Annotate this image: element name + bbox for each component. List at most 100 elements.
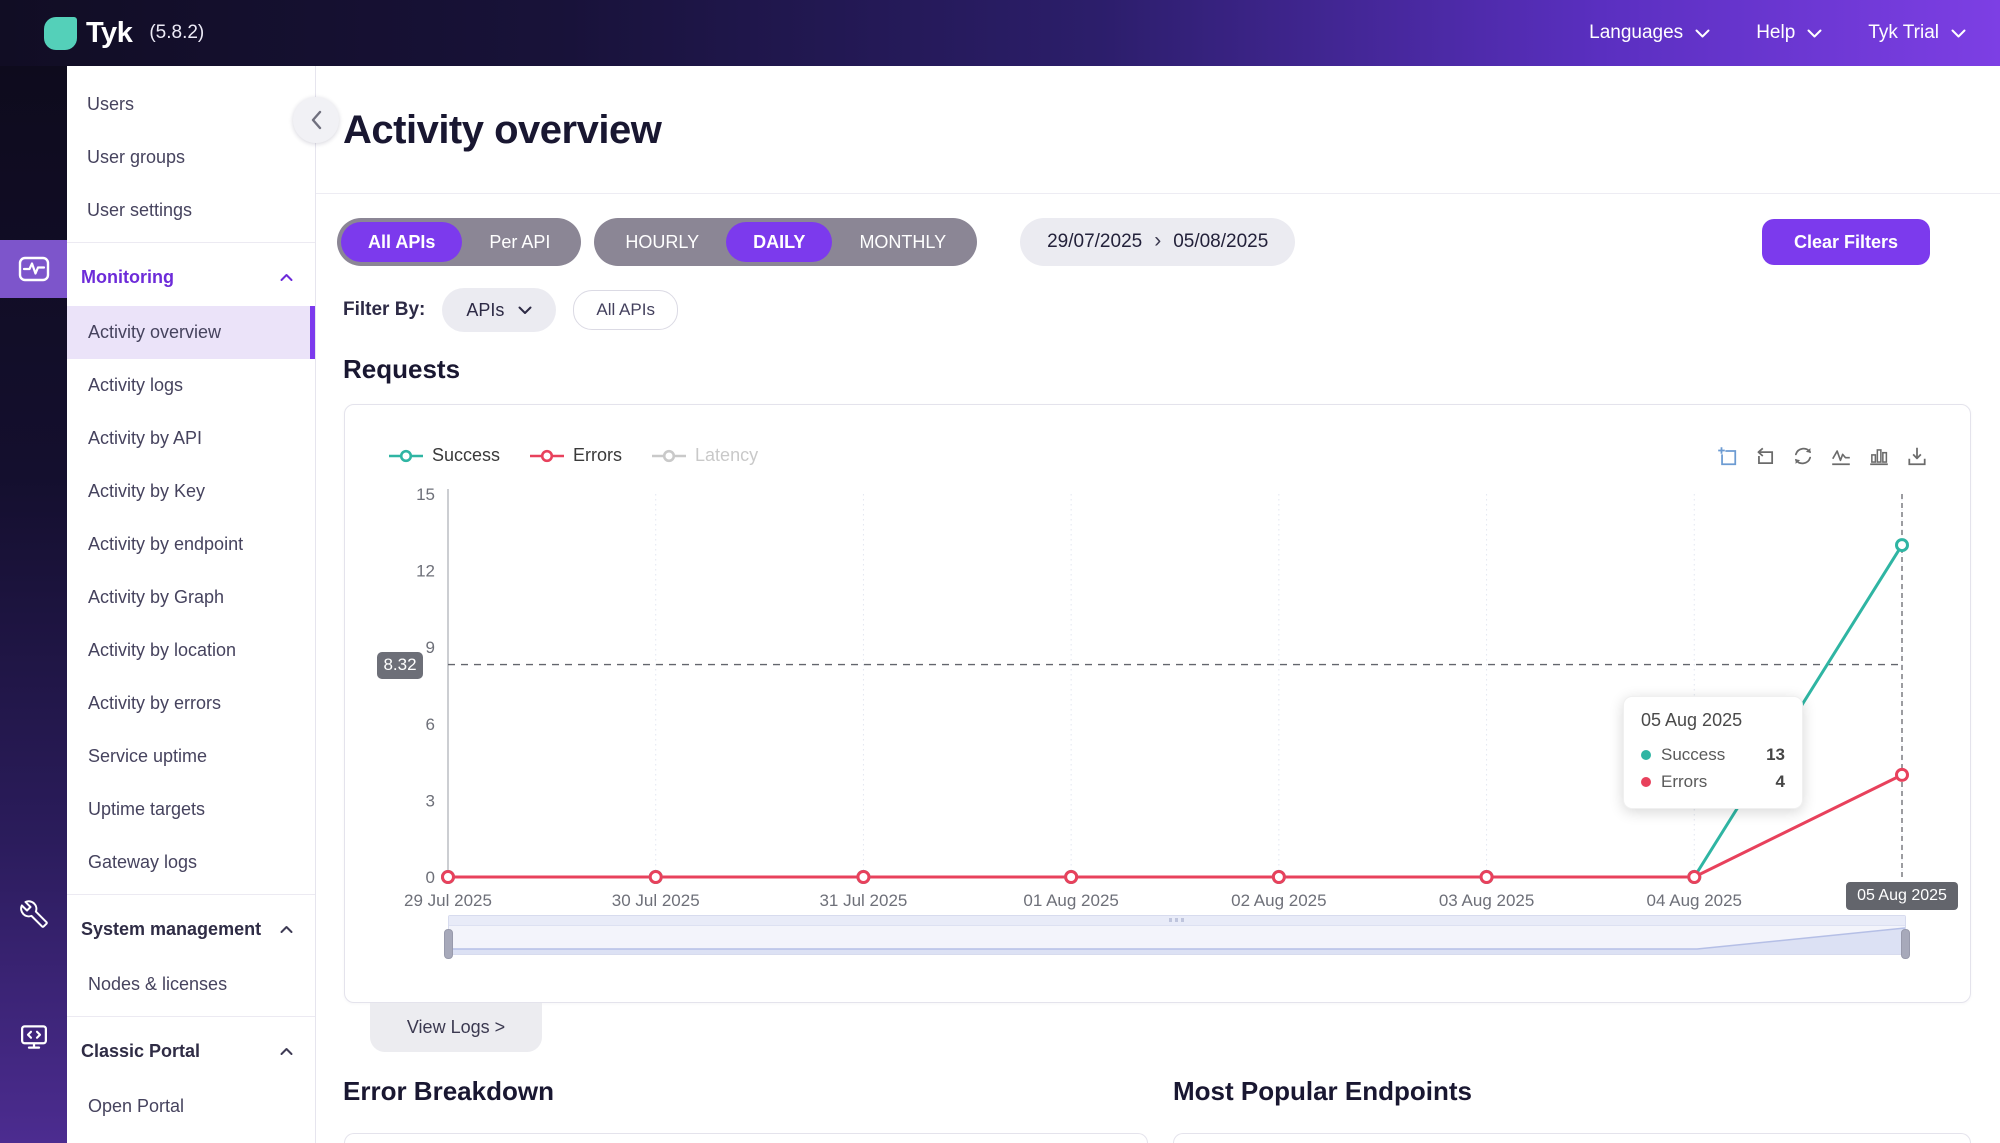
tooltip-series-dot <box>1641 777 1651 787</box>
sidebar-item-system-management[interactable]: System management <box>67 900 315 958</box>
sidebar-item-monitoring[interactable]: Monitoring <box>67 248 315 306</box>
view-logs-button[interactable]: View Logs > <box>370 1003 542 1052</box>
rail-monitoring-button[interactable] <box>0 240 67 298</box>
sidebar-item-label: User groups <box>87 147 185 168</box>
filter-type-dropdown[interactable]: APIs <box>442 288 556 332</box>
svg-text:30 Jul 2025: 30 Jul 2025 <box>612 891 700 910</box>
sidebar-item-activity-logs[interactable]: Activity logs <box>67 359 315 412</box>
filter-selected-value[interactable]: All APIs <box>573 290 678 330</box>
sidebar-divider <box>67 894 315 895</box>
sidebar-item-activity-by-errors[interactable]: Activity by errors <box>67 677 315 730</box>
sidebar-collapse-button[interactable] <box>293 97 339 143</box>
sidebar-item-label: Nodes & licenses <box>88 974 227 995</box>
toggle-option-hourly[interactable]: HOURLY <box>598 222 726 262</box>
sidebar-item-label: Activity by errors <box>88 693 221 714</box>
chevron-up-icon <box>280 925 293 934</box>
sidebar-item-activity-overview[interactable]: Activity overview <box>67 306 315 359</box>
sidebar-divider <box>67 1016 315 1017</box>
sidebar-item-classic-portal[interactable]: Classic Portal <box>67 1022 315 1080</box>
toggle-option-monthly[interactable]: MONTHLY <box>832 222 973 262</box>
datazoom-track <box>449 926 1905 954</box>
sidebar-item-open-portal[interactable]: Open Portal <box>67 1080 315 1133</box>
chevron-down-icon <box>1807 29 1822 38</box>
account-menu[interactable]: Tyk Trial <box>1868 22 1966 44</box>
sidebar-item-nodes-licenses[interactable]: Nodes & licenses <box>67 958 315 1011</box>
tooltip-series-name: Errors <box>1661 772 1776 792</box>
datazoom-right-handle[interactable] <box>1901 929 1910 959</box>
tyk-logo[interactable]: Tyk (5.8.2) <box>44 17 204 50</box>
sidebar-item-label: Open Portal <box>88 1096 184 1117</box>
sidebar-divider <box>67 242 315 243</box>
date-range-picker[interactable]: 29/07/2025 › 05/08/2025 <box>1020 218 1295 266</box>
chevron-up-icon <box>280 1047 293 1056</box>
svg-text:0: 0 <box>426 868 435 887</box>
tooltip-series-name: Success <box>1661 745 1766 765</box>
datazoom-slider[interactable] <box>448 915 1906 955</box>
sidebar-item-user-settings[interactable]: User settings <box>67 184 315 237</box>
api-scope-toggle: All APIsPer API <box>337 218 581 266</box>
sidebar-item-users[interactable]: Users <box>67 78 315 131</box>
sidebar-item-label: Activity logs <box>88 375 183 396</box>
help-menu-label: Help <box>1756 22 1795 44</box>
sidebar-item-label: Activity by endpoint <box>88 534 243 555</box>
chevron-down-icon <box>518 306 532 315</box>
chevron-up-icon <box>280 273 293 282</box>
svg-text:29 Jul 2025: 29 Jul 2025 <box>404 891 492 910</box>
sidebar-item-label: System management <box>81 919 261 940</box>
popular-endpoints-card <box>1173 1133 1971 1143</box>
sidebar-item-activity-by-graph[interactable]: Activity by Graph <box>67 571 315 624</box>
main-content: Activity overview All APIsPer API HOURLY… <box>316 66 2000 1143</box>
sidebar-item-label: Activity by Key <box>88 481 205 502</box>
sidebar-item-label: Uptime targets <box>88 799 205 820</box>
icon-rail <box>0 66 67 1143</box>
wrench-icon <box>20 900 48 928</box>
average-marker-badge: 8.32 <box>377 652 423 679</box>
datazoom-left-handle[interactable] <box>444 929 453 959</box>
languages-menu-label: Languages <box>1589 22 1683 44</box>
svg-text:04 Aug 2025: 04 Aug 2025 <box>1647 891 1742 910</box>
sidebar-item-activity-by-endpoint[interactable]: Activity by endpoint <box>67 518 315 571</box>
sidebar-item-activity-by-key[interactable]: Activity by Key <box>67 465 315 518</box>
sidebar-item-label: Users <box>87 94 134 115</box>
tyk-logo-text: Tyk <box>86 17 132 50</box>
error-breakdown-heading: Error Breakdown <box>343 1076 554 1107</box>
svg-text:01 Aug 2025: 01 Aug 2025 <box>1023 891 1118 910</box>
clear-filters-button[interactable]: Clear Filters <box>1762 219 1930 265</box>
sidebar-item-gateway-logs[interactable]: Gateway logs <box>67 836 315 889</box>
sidebar-item-service-uptime[interactable]: Service uptime <box>67 730 315 783</box>
topbar-menus: Languages Help Tyk Trial <box>1589 22 1966 44</box>
rail-portal-button[interactable] <box>0 1022 67 1052</box>
header-divider <box>316 193 2000 194</box>
sidebar-item-uptime-targets[interactable]: Uptime targets <box>67 783 315 836</box>
sidebar-item-activity-by-location[interactable]: Activity by location <box>67 624 315 677</box>
toggle-option-all-apis[interactable]: All APIs <box>341 222 462 262</box>
filter-by-row: Filter By: APIs All APIs <box>343 288 678 332</box>
tooltip-title: 05 Aug 2025 <box>1641 710 1785 731</box>
toggle-option-per-api[interactable]: Per API <box>462 222 577 262</box>
svg-text:6: 6 <box>426 715 435 734</box>
date-range-arrow-icon: › <box>1154 229 1161 253</box>
datazoom-grip-handle[interactable] <box>1169 918 1185 922</box>
sidebar-item-label: Monitoring <box>81 267 174 288</box>
sidebar-item-label: Activity overview <box>88 322 221 343</box>
rail-system-button[interactable] <box>0 900 67 928</box>
tyk-logo-icon <box>44 17 77 50</box>
portal-monitor-icon <box>19 1022 49 1052</box>
sidebar-nav: Users User groups User settings Monitoring A… <box>67 66 316 1143</box>
page-title: Activity overview <box>343 108 661 153</box>
filter-controls-row: All APIsPer API HOURLYDAILYMONTHLY 29/07… <box>337 218 1295 266</box>
sidebar-item-label: Activity by Graph <box>88 587 224 608</box>
sidebar-item-activity-by-api[interactable]: Activity by API <box>67 412 315 465</box>
tooltip-row-errors: Errors4 <box>1641 768 1785 795</box>
tooltip-row-success: Success13 <box>1641 741 1785 768</box>
help-menu[interactable]: Help <box>1756 22 1822 44</box>
account-menu-label: Tyk Trial <box>1868 22 1939 44</box>
toggle-option-daily[interactable]: DAILY <box>726 222 832 262</box>
monitoring-pulse-icon <box>18 256 50 282</box>
sidebar-item-label: Classic Portal <box>81 1041 200 1062</box>
sidebar-item-user-groups[interactable]: User groups <box>67 131 315 184</box>
languages-menu[interactable]: Languages <box>1589 22 1710 44</box>
chevron-left-icon <box>309 109 324 131</box>
svg-text:15: 15 <box>416 485 435 504</box>
tooltip-rows: Success13Errors4 <box>1641 741 1785 795</box>
